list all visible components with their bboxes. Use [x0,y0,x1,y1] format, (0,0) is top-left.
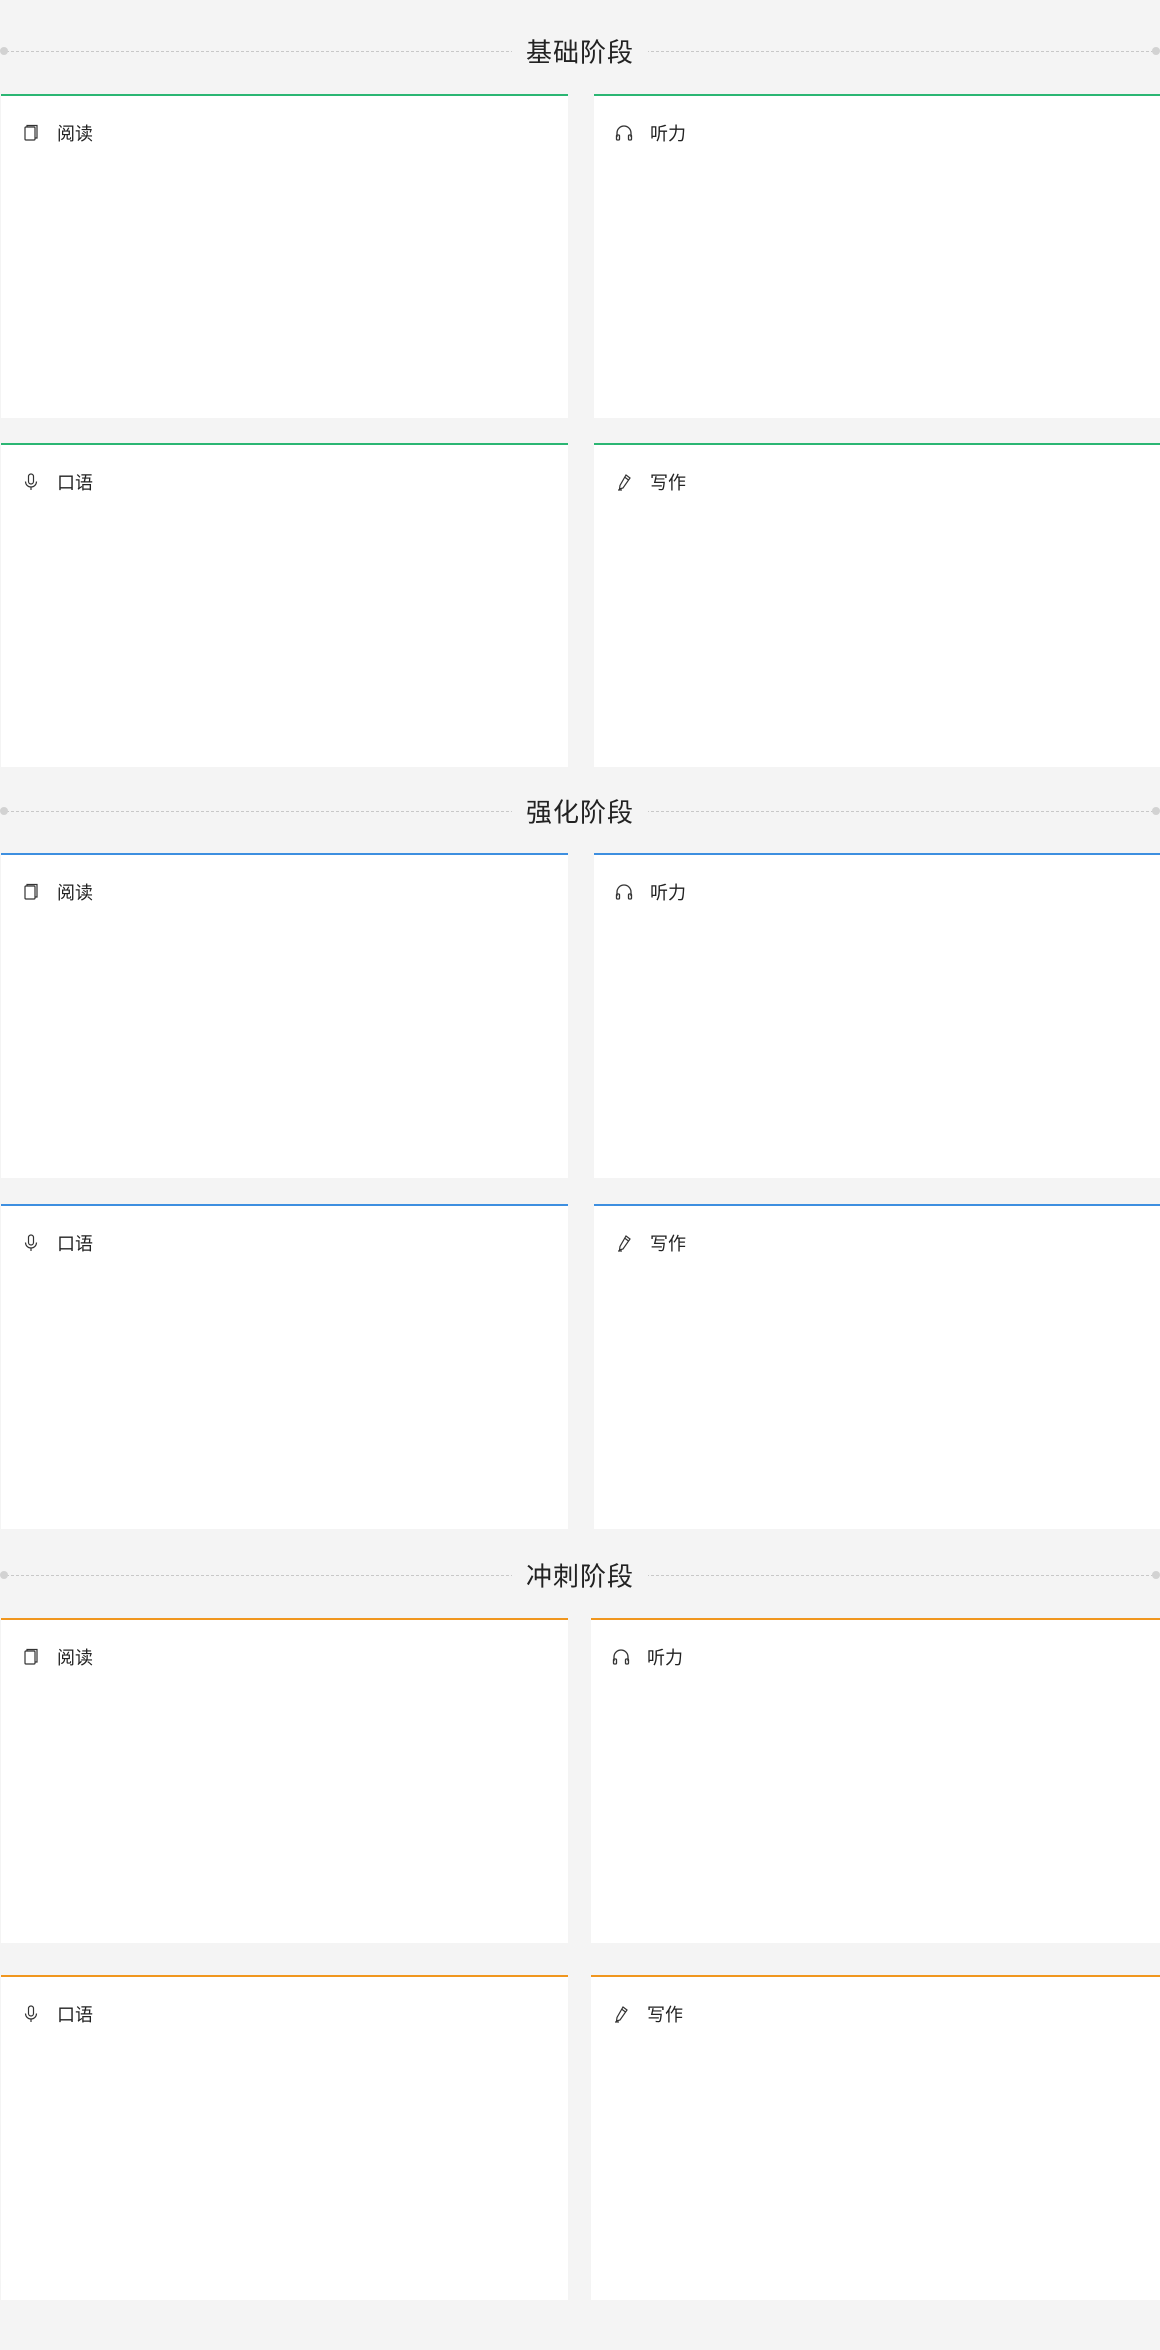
pen-icon [614,472,634,492]
divider-dot [0,1571,8,1579]
card-speaking[interactable]: 口语 [1,1975,568,2300]
stage-title: 冲刺阶段 [511,1556,649,1594]
card-listening[interactable]: 听力 [594,853,1160,1178]
card-label: 写作 [647,2005,683,2025]
card-label: 写作 [650,473,686,493]
card-reading[interactable]: 阅读 [1,853,568,1178]
divider-dot [1152,1571,1160,1579]
card-label: 口语 [57,2005,93,2025]
study-plan-page: 基础阶段 阅读 听力 口语 写作 强化阶段 阅读 听力 口语 写作 冲刺阶段 阅… [0,0,1160,2350]
book-icon [21,123,41,143]
card-listening[interactable]: 听力 [594,94,1160,418]
stage-title: 基础阶段 [511,32,649,70]
card-label: 听力 [650,883,686,903]
divider-dot [0,47,8,55]
stage-header-intensive: 强化阶段 [0,791,1160,831]
stage-header-basic: 基础阶段 [0,31,1160,71]
card-label: 阅读 [57,883,93,903]
card-label: 阅读 [57,1648,93,1668]
card-writing[interactable]: 写作 [594,1204,1160,1529]
card-speaking[interactable]: 口语 [1,1204,568,1529]
card-reading[interactable]: 阅读 [1,94,568,418]
divider-dot [1152,807,1160,815]
card-label: 阅读 [57,124,93,144]
card-label: 写作 [650,1234,686,1254]
book-icon [21,882,41,902]
pen-icon [611,2004,631,2024]
microphone-icon [21,1233,41,1253]
card-speaking[interactable]: 口语 [1,443,568,767]
headphones-icon [614,123,634,143]
card-writing[interactable]: 写作 [591,1975,1160,2300]
book-icon [21,1647,41,1667]
divider-dot [0,807,8,815]
card-reading[interactable]: 阅读 [1,1618,568,1943]
card-label: 口语 [57,1234,93,1254]
card-label: 听力 [650,124,686,144]
stage-header-sprint: 冲刺阶段 [0,1555,1160,1595]
card-listening[interactable]: 听力 [591,1618,1160,1943]
microphone-icon [21,2004,41,2024]
card-label: 口语 [57,473,93,493]
pen-icon [614,1233,634,1253]
stage-title: 强化阶段 [511,792,649,830]
headphones-icon [614,882,634,902]
card-writing[interactable]: 写作 [594,443,1160,767]
microphone-icon [21,472,41,492]
divider-dot [1152,47,1160,55]
card-label: 听力 [647,1648,683,1668]
headphones-icon [611,1647,631,1667]
